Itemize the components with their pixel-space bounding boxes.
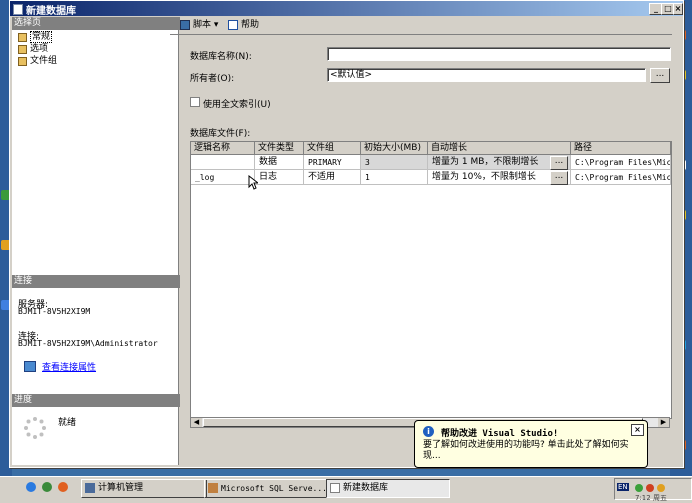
database-files-grid[interactable]: 逻辑名称 文件类型 文件组 初始大小(MB) 自动增长 路径 数据 PRIMAR… [190,141,672,419]
cell-file-type[interactable]: 日志 [255,170,304,185]
cell-initial-size[interactable]: 3 [361,155,428,170]
task-sql-server[interactable]: Microsoft SQL Serve... [204,479,335,498]
owner-browse-button[interactable]: ... [650,68,670,83]
cell-filegroup[interactable]: PRIMARY [304,155,361,170]
tray-icon[interactable] [657,484,665,492]
page-icon [18,57,27,66]
page-item-filegroups[interactable]: 文件组 [18,56,57,67]
col-header-filegroup[interactable]: 文件组 [304,142,361,155]
firefox-icon[interactable] [58,482,68,492]
owner-input[interactable]: <默认值> [327,68,646,82]
window-title: 新建数据库 [26,6,76,17]
connection-value: BJMIT-8V5H2XI9M\Administrator [18,339,158,348]
window-icon [330,483,340,493]
progress-spinner-icon [24,417,46,439]
tray-icon[interactable] [635,484,643,492]
cell-logical-name[interactable] [191,155,255,170]
fulltext-label: 使用全文索引(U) [203,100,271,110]
server-value: BJMIT-8V5H2XI9M [18,307,91,316]
left-panel: 选择页 常规 选项 文件组 连接 服务器: BJMIT-8V5H2XI9M 连接… [12,17,180,465]
ime-indicator[interactable]: EN [617,483,629,491]
window-icon [13,4,23,15]
col-header-logical-name[interactable]: 逻辑名称 [191,142,255,155]
cell-path[interactable]: C:\Program Files\Micr [571,170,671,185]
script-icon [180,20,190,30]
help-button[interactable]: 帮助 [228,19,259,31]
sql-server-icon [208,483,218,493]
help-improve-balloon[interactable]: i 帮助改进 Visual Studio! × 要了解如何改进使用的功能吗? 单… [414,420,648,468]
cell-logical-name[interactable]: _log [191,170,255,185]
page-item-general[interactable]: 常规 [18,31,53,43]
cell-file-type[interactable]: 数据 [255,155,304,170]
cell-path[interactable]: C:\Program Files\Micr [571,155,671,170]
task-new-database[interactable]: 新建数据库 [326,479,450,498]
system-tray: EN 7:12 周五 [614,478,692,502]
scroll-left-arrow-icon[interactable]: ◀ [191,418,202,427]
select-page-header: 选择页 [12,17,180,30]
view-connection-properties-link[interactable]: 查看连接属性 [42,360,96,373]
fulltext-checkbox[interactable] [190,97,200,107]
connection-header: 连接 [12,275,180,288]
taskbar: 计算机管理 Microsoft SQL Serve... 新建数据库 EN 7:… [0,476,692,503]
balloon-text[interactable]: 要了解如何改进使用的功能吗? 单击此处了解如何实现... [423,440,641,462]
owner-label: 所有者(O): [190,74,235,84]
db-files-label: 数据库文件(F): [190,129,251,139]
db-name-label: 数据库名称(N): [190,52,252,62]
script-button[interactable]: 脚本 ▾ [180,19,218,31]
tray-icon[interactable] [646,484,654,492]
computer-icon [85,483,95,493]
ie-icon[interactable] [26,482,36,492]
col-header-autogrowth[interactable]: 自动增长 [428,142,571,155]
mouse-cursor-icon [248,175,258,190]
autogrowth-browse-button[interactable]: ... [550,171,568,185]
task-computer-management[interactable]: 计算机管理 [81,479,207,498]
help-icon [228,20,238,30]
info-icon: i [423,426,434,437]
col-header-path[interactable]: 路径 [571,142,671,155]
quicklaunch-icon[interactable] [42,482,52,492]
toolbar: 脚本 ▾ 帮助 [170,16,672,35]
close-button[interactable]: × [673,3,683,15]
col-header-initial-size[interactable]: 初始大小(MB) [361,142,428,155]
col-header-file-type[interactable]: 文件类型 [255,142,304,155]
progress-status: 就绪 [58,418,77,428]
progress-header: 进度 [12,394,180,407]
cell-initial-size[interactable]: 1 [361,170,428,185]
autogrowth-browse-button[interactable]: ... [550,156,568,170]
page-item-options[interactable]: 选项 [18,44,48,55]
page-icon [18,33,27,42]
page-icon [18,45,27,54]
scroll-right-arrow-icon[interactable]: ▶ [658,418,669,427]
title-bar[interactable]: 新建数据库 _ □ × [10,1,683,17]
cell-filegroup[interactable]: 不适用 [304,170,361,185]
connection-properties-icon [24,361,36,372]
db-name-input[interactable] [327,47,671,61]
balloon-title: 帮助改进 Visual Studio! [441,429,559,439]
balloon-close-button[interactable]: × [631,424,644,436]
